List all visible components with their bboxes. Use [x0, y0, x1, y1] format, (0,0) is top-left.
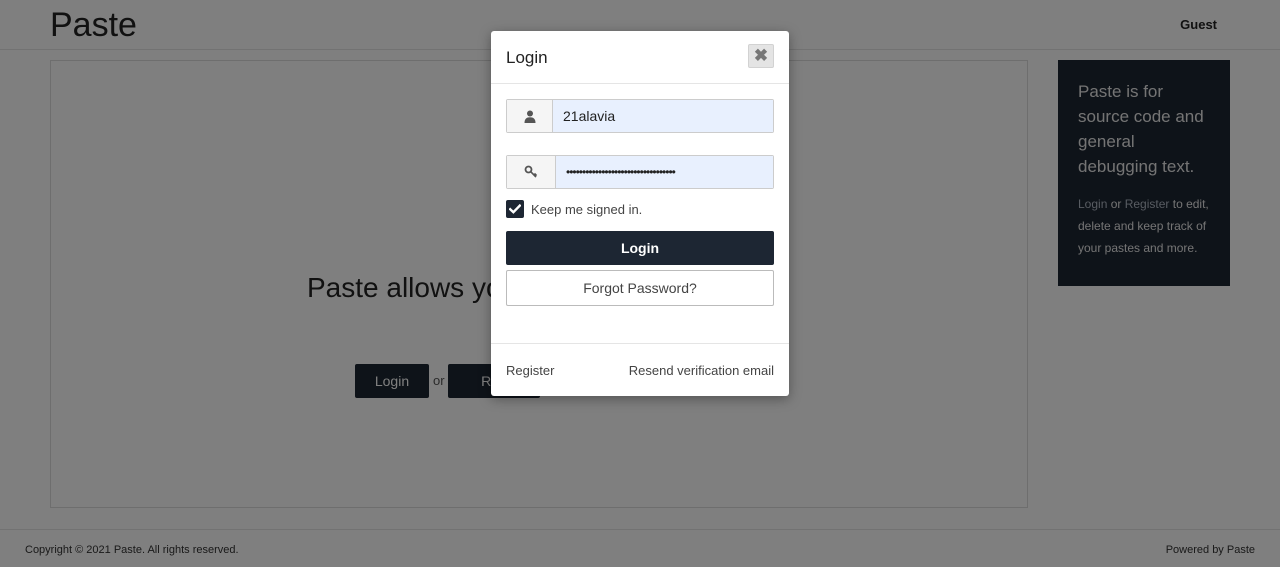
checkmark-icon: [509, 204, 521, 214]
forgot-password-button[interactable]: Forgot Password?: [506, 270, 774, 306]
resend-verification-link[interactable]: Resend verification email: [629, 363, 774, 378]
close-button[interactable]: ✖: [748, 44, 774, 68]
username-addon: [507, 100, 553, 132]
register-link[interactable]: Register: [506, 363, 554, 378]
modal-footer: Register Resend verification email: [491, 343, 789, 396]
modal-title: Login: [506, 48, 548, 67]
user-icon: [524, 110, 535, 123]
remember-me-label[interactable]: Keep me signed in.: [531, 202, 642, 217]
username-input-group: [506, 99, 774, 133]
close-icon: ✖: [753, 46, 769, 65]
login-submit-button[interactable]: Login: [506, 231, 774, 265]
login-modal: Login ✖ Keep me signed in.: [491, 31, 789, 396]
password-input-group: [506, 155, 774, 189]
username-field[interactable]: [553, 100, 773, 132]
password-field[interactable]: [556, 156, 773, 188]
remember-me-checkbox[interactable]: [506, 200, 524, 218]
modal-header: Login ✖: [491, 31, 789, 84]
password-addon: [507, 156, 556, 188]
remember-me-row: Keep me signed in.: [506, 199, 642, 219]
key-icon: [524, 165, 538, 178]
